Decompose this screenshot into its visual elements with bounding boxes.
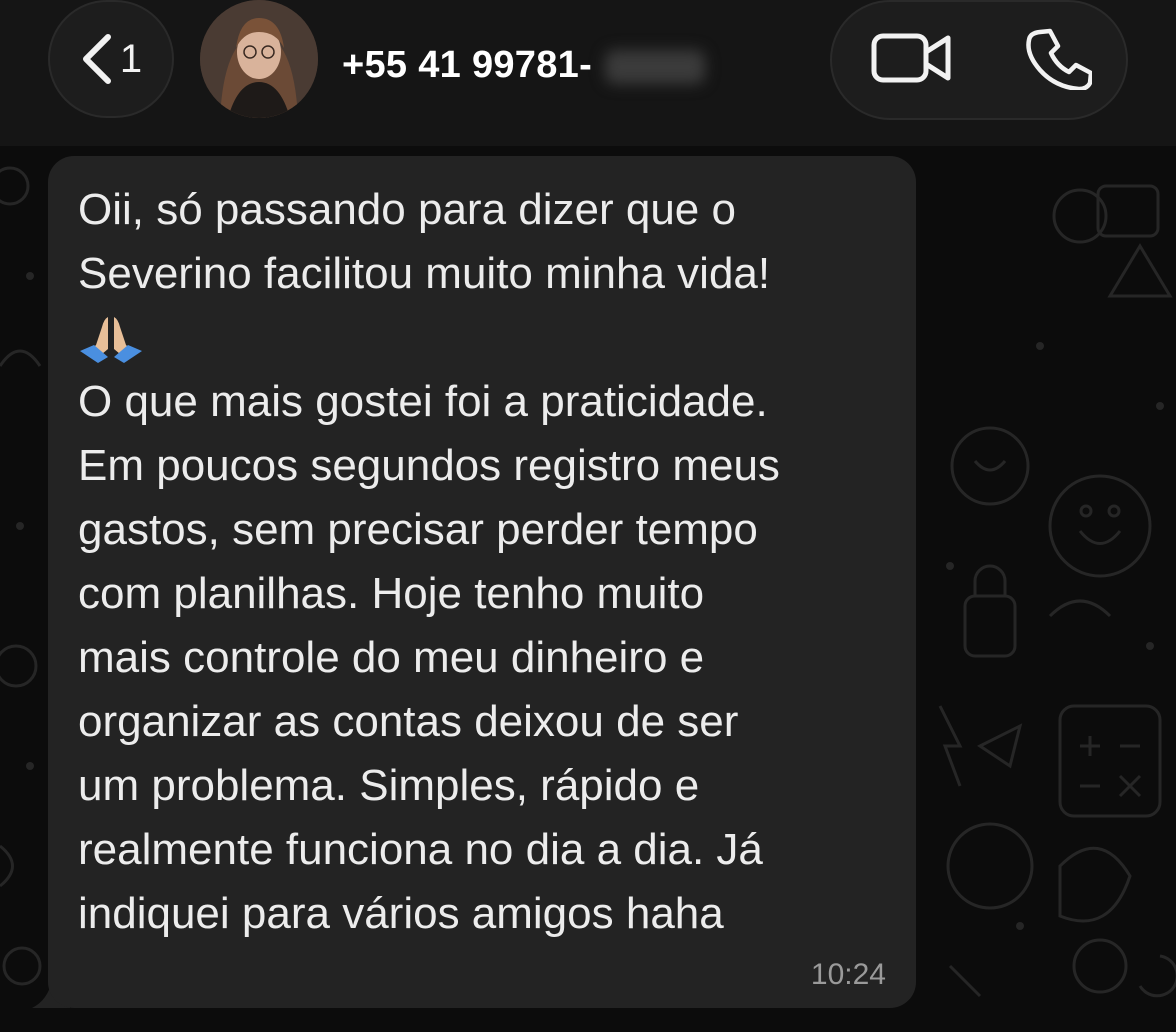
chat-screen: 1 +55 41 99781- Oii, só passando para di… (0, 0, 1176, 1032)
contact-name[interactable]: +55 41 99781- (342, 44, 592, 87)
chat-header: 1 +55 41 99781- (0, 0, 1176, 146)
message-line: Severino facilitou muito minha vida! (78, 249, 771, 298)
message-line: Em poucos segundos registro meus (78, 441, 780, 490)
message-line: um problema. Simples, rápido e (78, 761, 700, 810)
phone-icon[interactable] (1026, 26, 1092, 90)
message-line: O que mais gostei foi a praticidade. (78, 377, 768, 426)
redacted-number-suffix (605, 50, 705, 84)
message-timestamp: 10:24 (810, 958, 886, 991)
chevron-left-icon (82, 34, 111, 84)
message-line: realmente funciona no dia a dia. Já (78, 825, 763, 874)
message-line: com planilhas. Hoje tenho muito (78, 569, 705, 618)
contact-avatar[interactable] (200, 0, 318, 118)
message-line: organizar as contas deixou de ser (78, 697, 739, 746)
unread-count: 1 (119, 37, 143, 81)
folded-hands-emoji (78, 306, 888, 370)
message-line: Oii, só passando para dizer que o (78, 185, 736, 234)
back-button[interactable]: 1 (48, 0, 174, 118)
message-line: mais controle do meu dinheiro e (78, 633, 705, 682)
message-bubble[interactable]: Oii, só passando para dizer que o Severi… (48, 156, 916, 1008)
video-camera-icon[interactable] (870, 30, 954, 86)
message-line: gastos, sem precisar perder tempo (78, 505, 758, 554)
message-line: indiquei para vários amigos haha (78, 889, 724, 938)
